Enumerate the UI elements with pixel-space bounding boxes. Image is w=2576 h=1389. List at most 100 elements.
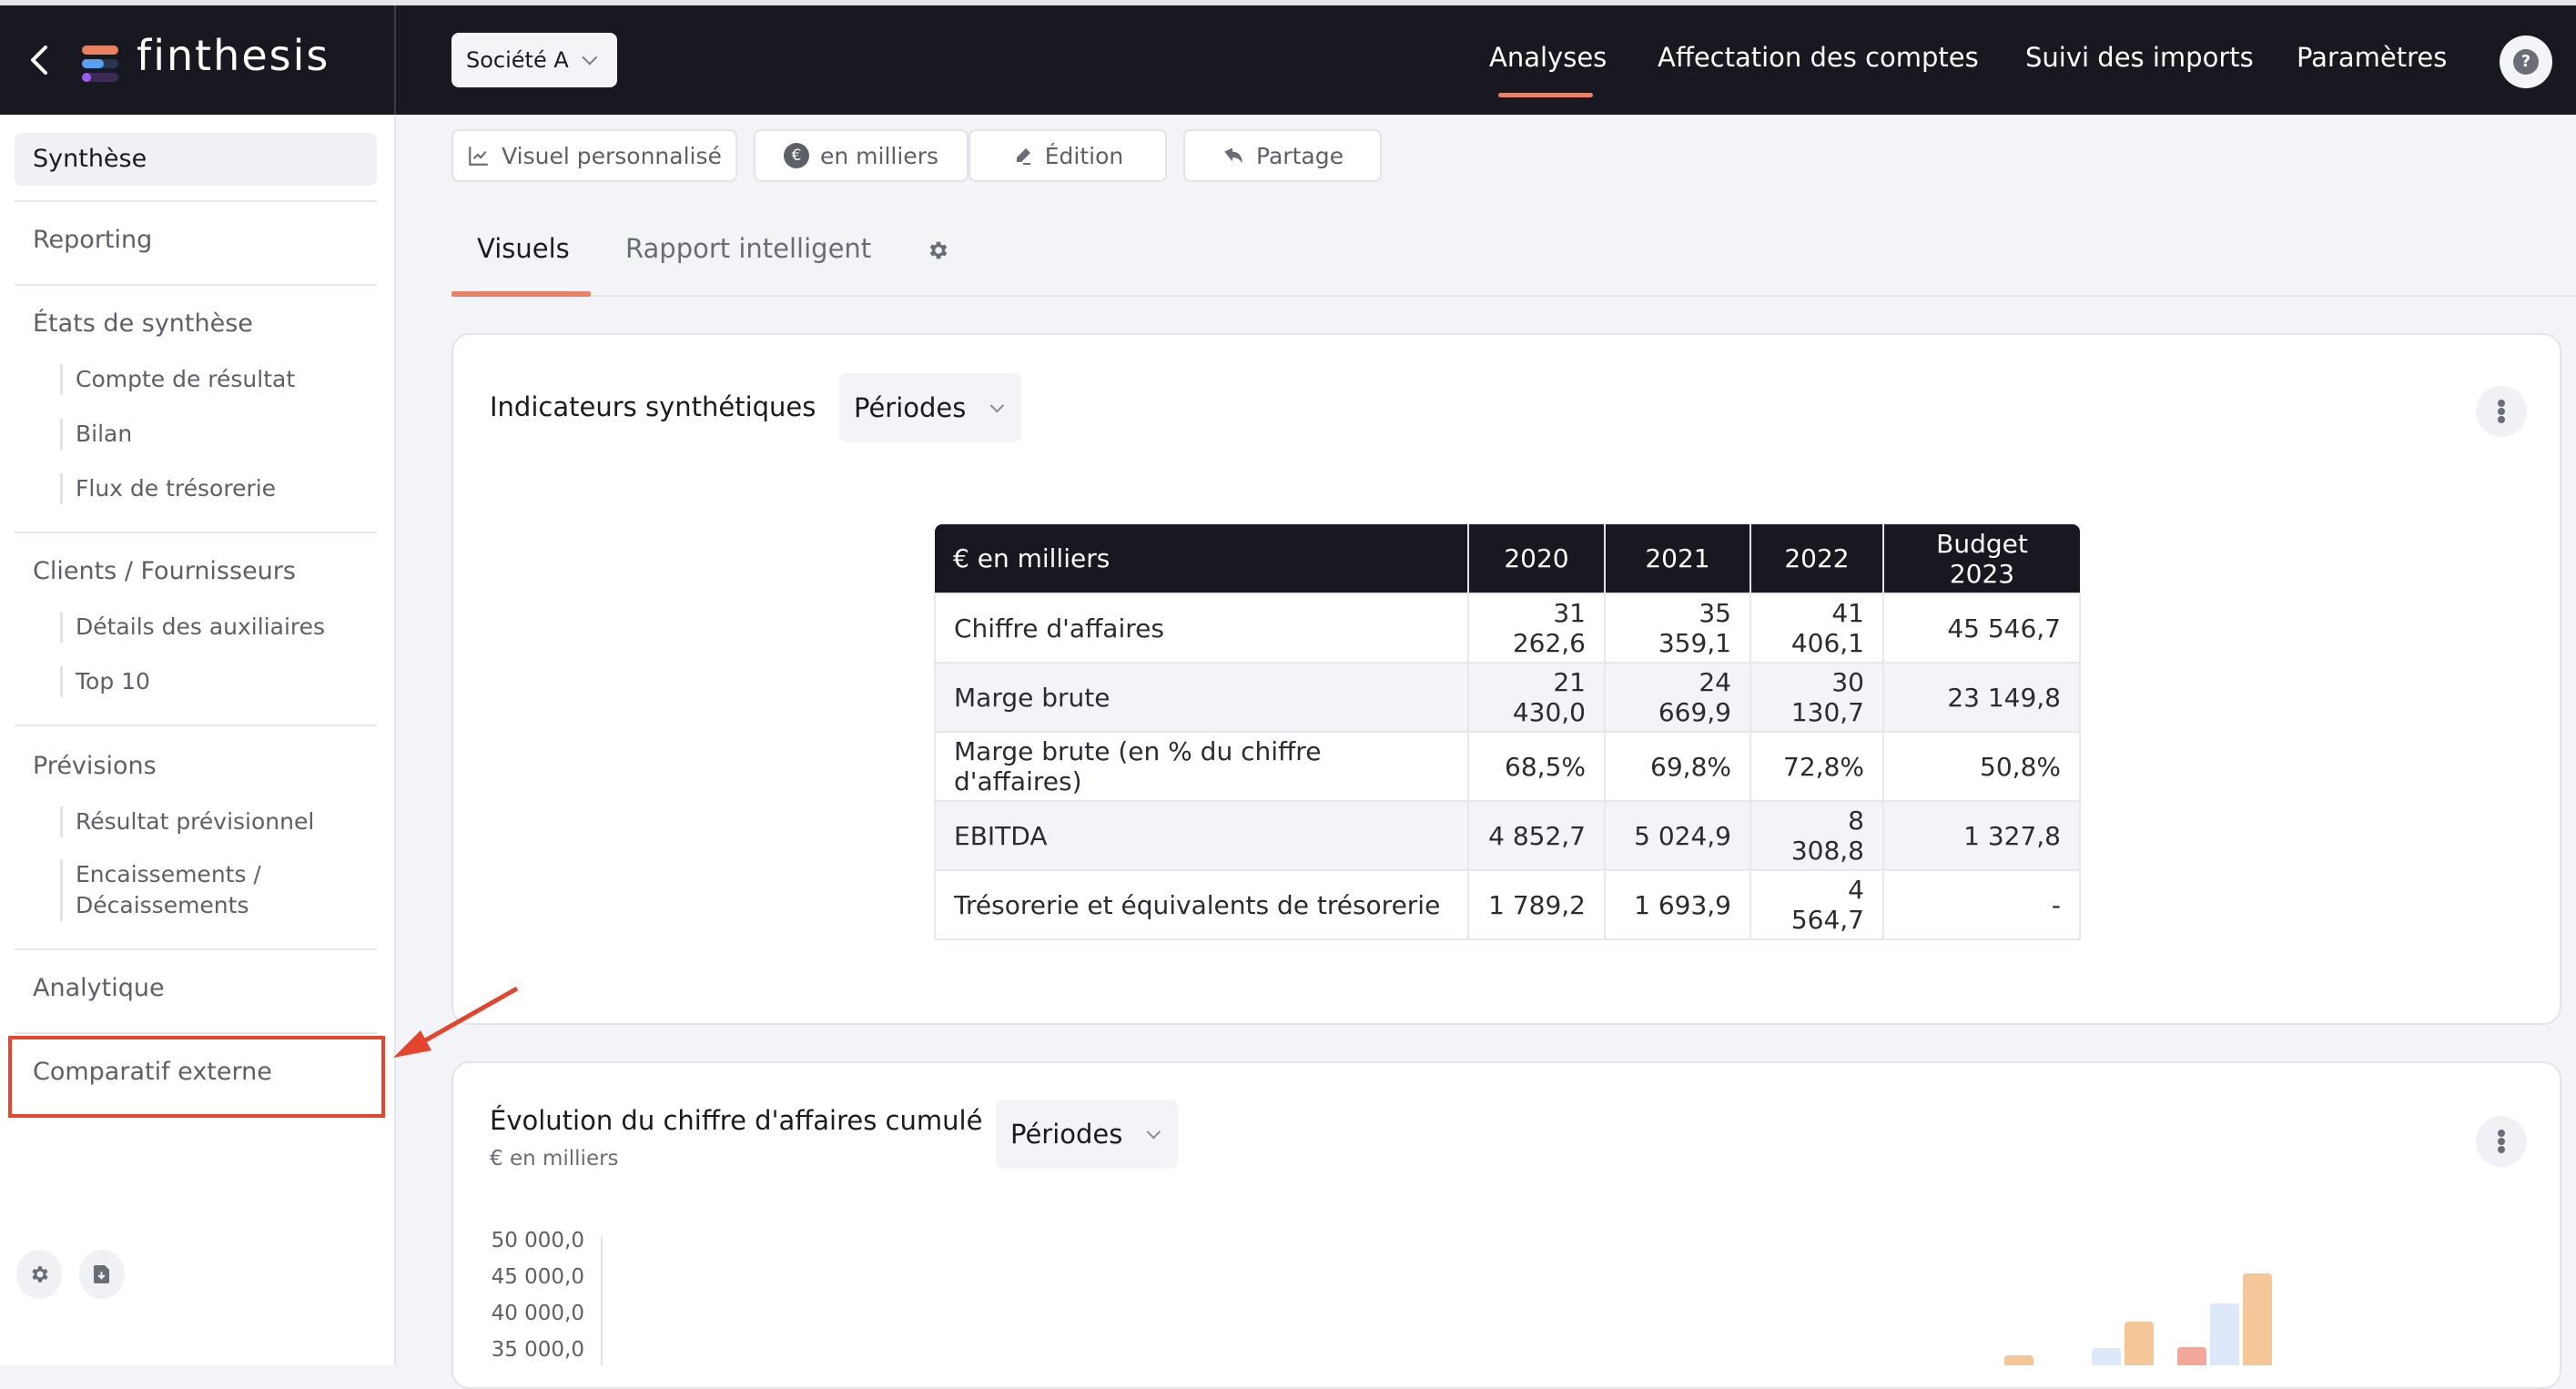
sidebar-settings-button[interactable] — [16, 1250, 62, 1299]
chart-bar-2021[interactable] — [2177, 1347, 2206, 1365]
help-button[interactable]: ? — [2500, 35, 2552, 88]
company-selector-label: Société A — [466, 47, 569, 73]
annotation-highlight-box — [8, 1036, 385, 1118]
sidebar-subitem-top-10[interactable]: Top 10 — [60, 666, 150, 697]
sidebar-subitem-details-des-auxiliaires[interactable]: Détails des auxiliaires — [60, 612, 325, 643]
row-label: Marge brute — [934, 662, 1469, 733]
company-selector[interactable]: Société A — [451, 33, 617, 87]
kpi-card-title: Indicateurs synthétiques — [490, 391, 816, 422]
table-cell: 24 669,9 — [1604, 662, 1751, 733]
sidebar-divider — [15, 725, 377, 726]
table-cell: 21 430,0 — [1467, 662, 1606, 733]
table-cell: 45 546,7 — [1882, 593, 2081, 664]
back-chevron-icon[interactable] — [25, 42, 53, 78]
table-cell: 50,8% — [1882, 731, 2081, 802]
table-cell: 41 406,1 — [1749, 593, 1884, 664]
chart-bar-2022[interactable] — [2210, 1303, 2239, 1365]
table-cell: 31 262,6 — [1467, 593, 1606, 664]
table-header-cell: 2022 — [1750, 524, 1884, 593]
share-button[interactable]: Partage — [1183, 129, 1382, 182]
sidebar-item-etats-de-synthese[interactable]: États de synthèse — [15, 309, 377, 338]
euro-icon: € — [784, 143, 809, 168]
edition-label: Édition — [1044, 142, 1124, 169]
sidebar-divider — [15, 284, 377, 286]
chevron-down-icon — [1146, 1124, 1161, 1139]
sidebar-divider — [15, 1032, 377, 1034]
nav-analyses[interactable]: Analyses — [1489, 42, 1607, 73]
table-cell: 4 852,7 — [1467, 800, 1606, 871]
sidebar-item-reporting[interactable]: Reporting — [15, 226, 377, 254]
sidebar-subitem-encaissements-decaissements[interactable]: Encaissements / Décaissements — [60, 859, 261, 921]
sidebar-subitem-compte-de-resultat[interactable]: Compte de résultat — [60, 364, 295, 395]
sidebar-item-previsions[interactable]: Prévisions — [15, 752, 377, 780]
gear-icon — [32, 1266, 48, 1283]
sidebar-subitem-bilan[interactable]: Bilan — [60, 419, 132, 450]
nav-affectation-des-comptes[interactable]: Affectation des comptes — [1658, 42, 1979, 73]
chart-card-subtitle: € en milliers — [490, 1147, 619, 1171]
sidebar-item-synthese[interactable]: Synthèse — [15, 133, 377, 186]
line-chart-icon — [469, 147, 488, 166]
tab-visuels[interactable]: Visuels — [477, 233, 570, 264]
sidebar-subitem-label-line2: Décaissements — [76, 892, 249, 918]
sidebar-divider — [15, 200, 377, 202]
table-row: Marge brute 21 430,0 24 669,9 30 130,7 2… — [934, 662, 2081, 733]
chart-card-title: Évolution du chiffre d'affaires cumulé — [490, 1105, 983, 1136]
nav-parametres[interactable]: Paramètres — [2297, 42, 2447, 73]
chart-period-select[interactable]: Périodes — [996, 1100, 1178, 1169]
table-row: Trésorerie et équivalents de trésorerie … — [934, 869, 2081, 940]
table-cell: - — [1882, 869, 2081, 940]
pencil-icon — [1016, 148, 1030, 165]
y-tick-label: 35 000,0 — [491, 1338, 584, 1362]
top-header: finthesis Société A Analyses Affectation… — [0, 5, 2576, 115]
y-tick-label: 50 000,0 — [491, 1229, 584, 1252]
chevron-down-icon — [582, 49, 598, 66]
kpi-period-select[interactable]: Périodes — [839, 373, 1021, 442]
table-cell: 1 693,9 — [1604, 869, 1751, 940]
brand-area: finthesis — [0, 5, 396, 115]
chart-card-menu-button[interactable] — [2476, 1116, 2527, 1167]
active-nav-indicator — [1498, 93, 1593, 97]
chevron-down-icon — [989, 398, 1005, 412]
sidebar-divider — [15, 948, 377, 950]
y-axis-line — [601, 1236, 603, 1365]
sidebar-export-button[interactable] — [79, 1250, 125, 1299]
table-header-cell: 2020 — [1468, 524, 1606, 593]
table-cell: 35 359,1 — [1604, 593, 1751, 664]
table-cell: 68,5% — [1467, 731, 1606, 802]
row-label: Marge brute (en % du chiffre d'affaires) — [934, 731, 1469, 802]
tabs-baseline — [451, 295, 2576, 297]
table-header-cell: Budget 2023 — [1883, 524, 2080, 593]
custom-visual-button[interactable]: Visuel personnalisé — [451, 129, 737, 182]
table-cell: 4 564,7 — [1749, 869, 1884, 940]
table-cell: 23 149,8 — [1882, 662, 2081, 733]
chart-bar-budget-2023[interactable] — [2125, 1321, 2154, 1365]
sidebar-item-analytique[interactable]: Analytique — [15, 974, 377, 1002]
chart-bar-2022[interactable] — [2092, 1347, 2121, 1365]
sidebar-item-clients-fournisseurs[interactable]: Clients / Fournisseurs — [15, 557, 377, 585]
sidebar-subitem-flux-de-tresorerie[interactable]: Flux de trésorerie — [60, 473, 276, 504]
chart-bar-budget-2023[interactable] — [2243, 1272, 2272, 1365]
table-row: EBITDA 4 852,7 5 024,9 8 308,8 1 327,8 — [934, 800, 2081, 871]
share-icon — [1224, 147, 1242, 164]
brand-name: finthesis — [137, 31, 330, 80]
table-cell: 69,8% — [1604, 731, 1751, 802]
file-download-icon — [94, 1265, 109, 1283]
chart-bar-budget-2023[interactable] — [2004, 1355, 2033, 1365]
row-label: Chiffre d'affaires — [934, 593, 1469, 664]
edition-button[interactable]: Édition — [969, 129, 1167, 182]
kpi-card-menu-button[interactable] — [2476, 386, 2527, 437]
table-cell: 8 308,8 — [1749, 800, 1884, 871]
active-tab-indicator — [451, 291, 591, 297]
tab-settings-gear-icon[interactable] — [926, 238, 949, 262]
nav-suivi-des-imports[interactable]: Suivi des imports — [2025, 42, 2254, 73]
table-cell: 1 789,2 — [1467, 869, 1606, 940]
share-label: Partage — [1256, 142, 1344, 169]
sidebar-subitem-resultat-previsionnel[interactable]: Résultat prévisionnel — [60, 806, 314, 837]
y-tick-label: 40 000,0 — [491, 1302, 584, 1325]
unit-label: en milliers — [820, 142, 938, 169]
table-row: Marge brute (en % du chiffre d'affaires)… — [934, 731, 2081, 802]
tab-rapport-intelligent[interactable]: Rapport intelligent — [625, 233, 871, 264]
finthesis-logo-icon — [82, 46, 120, 82]
unit-button[interactable]: € en milliers — [754, 129, 969, 182]
table-cell: 5 024,9 — [1604, 800, 1751, 871]
